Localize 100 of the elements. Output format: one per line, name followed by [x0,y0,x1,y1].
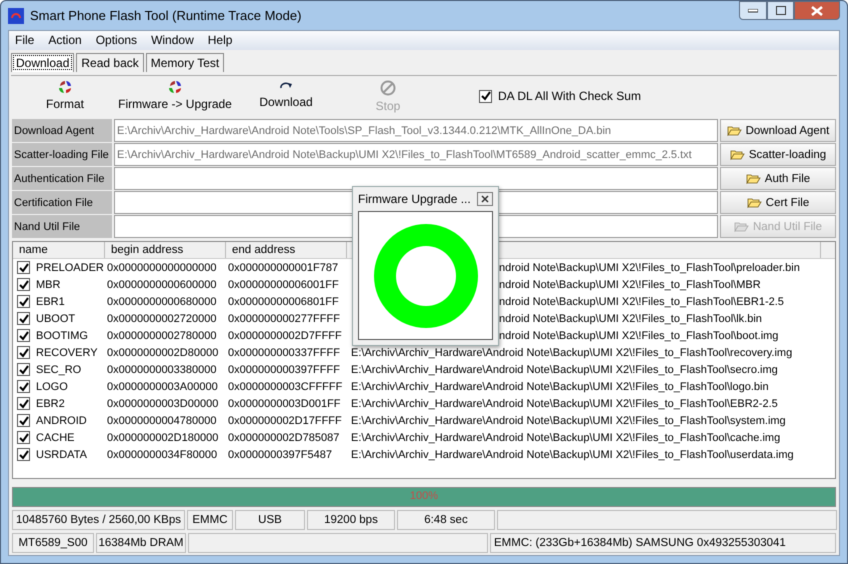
tab[interactable]: Memory Test [146,53,224,72]
browse-button[interactable]: Auth File [720,167,836,190]
maximize-button[interactable] [767,1,794,20]
table-cell-text: E:\Archiv\Archiv_Hardware\Android Note\Backup\UMI X2\!Files_to_FlashTool\EBR2-2.5 [350,398,779,410]
table-cell-text: E:\Archiv\Archiv_Hardware\Android Note\Backup\UMI X2\!Files_to_FlashTool\userdata.img [350,448,795,460]
checkbox[interactable] [17,431,30,444]
status-cell: 19200 bps [306,510,395,530]
table-cell-text: 0x0000000000600000 [106,278,218,290]
field-label: Nand Util File [12,215,112,239]
status-cell: USB [234,510,305,530]
stop-icon [380,80,396,96]
cycle-arrows-icon [168,80,182,94]
checkbox[interactable] [17,278,30,291]
path-field[interactable]: E:\Archiv\Archiv_Hardware\Android Note\Tools\SP_Flash_Tool_v3.1344.0.212\MTK_AllInOne_DA.bin [114,119,718,142]
table-cell-text: 0x0000000002D7FFFF [227,330,343,342]
status-cell: EMMC [186,510,233,530]
close-icon [811,6,823,16]
toolbar-button[interactable]: Format [21,80,109,111]
browse-button[interactable]: Download Agent [720,119,836,142]
checkbox[interactable] [17,380,30,393]
table-cell-text: 0x0000000002780000 [106,330,218,342]
table-cell-text: 0x000000002D17FFFF [227,414,343,426]
folder-icon [746,173,761,184]
checkbox[interactable] [17,261,30,274]
table-cell-text: 0x000000002D785087 [227,432,340,444]
menu-item[interactable]: Window [145,31,202,50]
dialog-title: Firmware Upgrade ... [358,192,471,206]
table-cell-text: 0x000000000397FFFF [227,364,341,376]
menu-item[interactable]: Options [90,31,146,50]
field-label: Download Agent [12,119,112,143]
menu-item[interactable]: Help [202,31,240,50]
folder-icon [726,125,742,136]
table-cell-text: ndroid Note\Backup\UMI X2\!Files_to_FlashTool\lk.bin [498,312,763,324]
table-cell-text: E:\Archiv\Archiv_Hardware\Android Note\Backup\UMI X2\!Files_to_FlashTool\cache.img [350,432,782,444]
close-icon [481,195,489,203]
table-cell-text: BOOTIMG [35,330,88,342]
table-cell-text: 0x00000000006801FF [227,296,340,308]
tab[interactable]: Read back [76,53,144,72]
table-cell-text: ANDROID [35,414,87,426]
checkbox-label: DA DL All With Check Sum [498,89,641,103]
table-cell-text: ndroid Note\Backup\UMI X2\!Files_to_FlashTool\EBR1-2.5 [498,296,785,308]
table-cell-text: E:\Archiv\Archiv_Hardware\Android Note\Backup\UMI X2\!Files_to_FlashTool\recovery.img [350,346,794,358]
checkbox[interactable] [17,414,30,427]
table-cell-text: E:\Archiv\Archiv_Hardware\Android Note\Backup\UMI X2\!Files_to_FlashTool\system.img [350,414,787,426]
minimize-button[interactable] [739,1,767,20]
table-cell-text: 0x0000000002720000 [106,312,218,324]
column-header[interactable]: name [13,242,105,258]
checkbox[interactable] [17,363,30,376]
table-cell-text: MBR [35,278,60,290]
table-cell-text: 0x0000000004780000 [106,414,218,426]
cycle-arrows-icon [58,80,72,94]
status-cell: MT6589_S00 [12,533,94,553]
app-icon [8,8,24,24]
table-cell-text: 0x0000000397F5487 [227,448,333,460]
column-header[interactable]: begin address [105,242,226,258]
status-cell: EMMC: (233Gb+16384Mb) SAMSUNG 0x493255303041 [490,533,836,553]
toolbar-button[interactable]: Firmware -> Upgrade [109,80,241,111]
column-header[interactable]: end address [226,242,347,258]
progress-label: 100% [408,490,440,502]
folder-icon [730,149,745,160]
tab[interactable]: Download [11,53,74,72]
table-cell-text: 0x00000000006001FF [227,278,340,290]
table-cell-text: 0x0000000003380000 [106,364,218,376]
table-cell-text: 0x0000000003D001FF [227,398,342,410]
checkbox[interactable] [17,448,30,461]
checkbox[interactable] [17,295,30,308]
path-field[interactable]: E:\Archiv\Archiv_Hardware\Android Note\Backup\UMI X2\!Files_to_FlashTool\MT6589_Android_scatter_emmc_2.5.txt [114,143,718,166]
table-cell-text: 0x0000000000000000 [106,262,218,274]
close-button[interactable] [477,192,493,206]
menu-item[interactable]: Action [42,31,90,50]
table-cell-text: ndroid Note\Backup\UMI X2\!Files_to_FlashTool\preloader.bin [498,262,801,274]
table-cell-text: RECOVERY [35,346,98,358]
table-cell-text: 0x000000000277FFFF [227,312,341,324]
browse-button[interactable]: Cert File [720,191,836,214]
path-field[interactable] [114,167,718,190]
table-cell-text: 0x0000000003CFFFFF [227,380,344,392]
checkbox[interactable] [479,90,492,102]
table-cell-text: 0x000000000001F787 [227,262,340,274]
menu-item[interactable]: File [9,31,42,50]
table-cell-text: 0x0000000003D00000 [106,398,220,410]
checkbox[interactable] [17,312,30,325]
toolbar-button[interactable]: Download [241,80,331,109]
field-label: Authentication File [12,167,112,191]
table-cell-text: EBR2 [35,398,65,410]
status-cell: 16384Mb DRAM [96,533,186,553]
table-cell-text: CACHE [35,432,75,444]
table-cell-text: LOGO [35,380,68,392]
table-cell-text: E:\Archiv\Archiv_Hardware\Android Note\Backup\UMI X2\!Files_to_FlashTool\secro.img [350,364,779,376]
browse-button[interactable]: Scatter-loading [720,143,836,166]
table-cell-text: 0x000000002D180000 [106,432,220,444]
field-label: Certification File [12,191,112,215]
checkbox[interactable] [17,346,30,359]
close-button[interactable] [794,1,840,20]
folder-icon [734,221,749,232]
table-cell-text: E:\Archiv\Archiv_Hardware\Android Note\Backup\UMI X2\!Files_to_FlashTool\logo.bin [350,380,770,392]
field-label: Scatter-loading File [12,143,112,167]
table-cell-text: ndroid Note\Backup\UMI X2\!Files_to_FlashTool\boot.img [498,330,780,342]
checkbox[interactable] [17,329,30,342]
checkbox[interactable] [17,397,30,410]
table-cell-text: 0x0000000002D80000 [106,346,220,358]
